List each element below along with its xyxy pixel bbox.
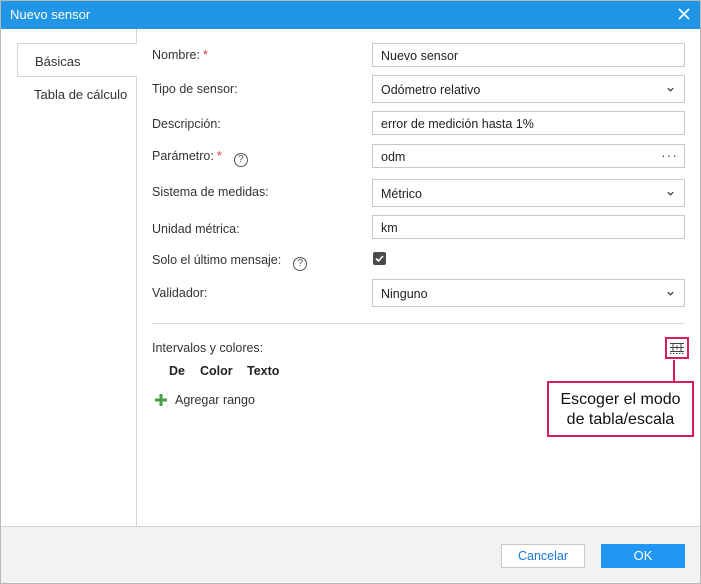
column-de: De	[169, 364, 185, 378]
tab-tabla-de-calculo[interactable]: Tabla de cálculo	[17, 77, 137, 111]
name-input[interactable]: Nuevo sensor	[372, 43, 685, 67]
help-icon[interactable]: ?	[233, 153, 248, 167]
measurement-system-select[interactable]: Métrico	[372, 179, 685, 207]
sensor-type-label: Tipo de sensor:	[152, 82, 238, 96]
callout-connector	[673, 360, 675, 381]
ok-button[interactable]: OK	[601, 544, 685, 568]
cancel-button[interactable]: Cancelar	[501, 544, 585, 568]
name-label: Nombre: *	[152, 48, 208, 62]
close-icon[interactable]	[676, 6, 692, 22]
validator-select[interactable]: Ninguno	[372, 279, 685, 307]
column-texto: Texto	[247, 364, 280, 378]
required-mark: *	[216, 149, 222, 163]
chevron-down-icon	[667, 87, 674, 92]
callout-annotation: Escoger el modo de tabla/escala	[547, 381, 694, 437]
required-mark: *	[202, 48, 208, 62]
metric-unit-input[interactable]: km	[372, 215, 685, 239]
parameter-label: Parámetro: *?	[152, 149, 248, 167]
metric-unit-label: Unidad métrica:	[152, 222, 240, 236]
new-sensor-dialog: Nuevo sensor Básicas Tabla de cálculo No…	[0, 0, 701, 584]
check-icon	[375, 255, 384, 263]
measurement-system-label: Sistema de medidas:	[152, 185, 269, 199]
sidebar: Básicas Tabla de cálculo	[1, 29, 138, 526]
dialog-title: Nuevo sensor	[10, 7, 91, 22]
last-message-checkbox[interactable]	[373, 252, 386, 265]
description-input[interactable]: error de medición hasta 1%	[372, 111, 685, 135]
chevron-down-icon	[667, 191, 674, 196]
description-label: Descripción:	[152, 117, 221, 131]
help-icon[interactable]: ?	[293, 257, 308, 271]
chevron-down-icon	[667, 291, 674, 296]
more-icon[interactable]: ···	[661, 148, 678, 162]
validator-label: Validador:	[152, 286, 208, 300]
form-content: Nombre: * Nuevo sensor Tipo de sensor: Od…	[137, 29, 700, 526]
table-scale-icon	[670, 343, 684, 354]
tab-tabla-label: Tabla de cálculo	[34, 87, 128, 102]
parameter-input[interactable]: odm ···	[372, 144, 685, 168]
dialog-footer: Cancelar OK	[1, 526, 700, 583]
intervals-label: Intervalos y colores:	[152, 341, 264, 355]
dialog-titlebar: Nuevo sensor	[1, 1, 700, 29]
plus-icon	[155, 394, 167, 406]
tab-basicas-label: Básicas	[35, 54, 81, 69]
tab-basicas[interactable]: Básicas	[17, 43, 138, 77]
section-divider	[152, 323, 685, 324]
column-color: Color	[200, 364, 233, 378]
table-scale-mode-button[interactable]	[665, 337, 689, 359]
sensor-type-select[interactable]: Odómetro relativo	[372, 75, 685, 103]
last-message-label: Solo el último mensaje:?	[152, 253, 308, 271]
